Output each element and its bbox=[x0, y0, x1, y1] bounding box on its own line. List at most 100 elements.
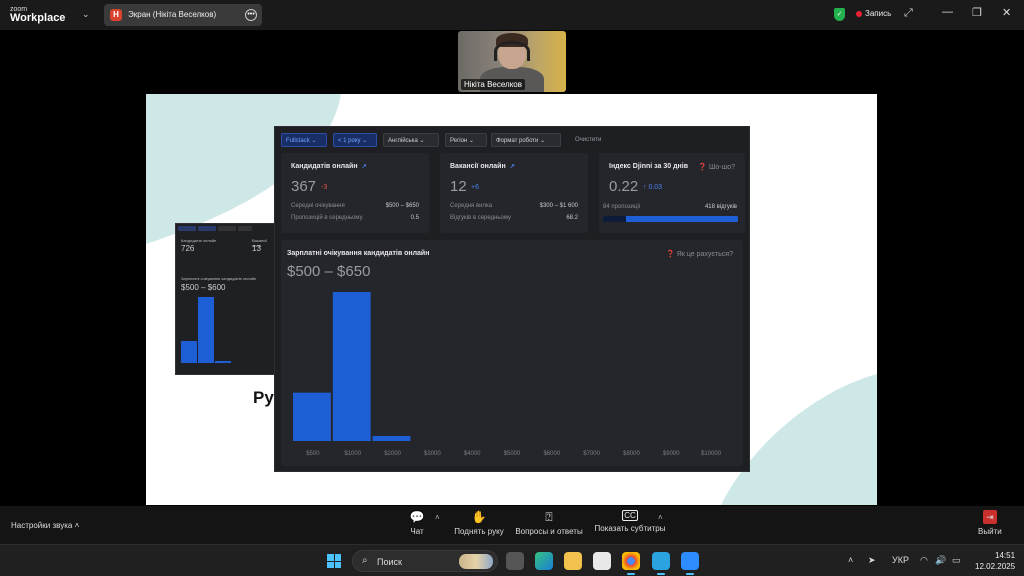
clock-time: 14:51 bbox=[995, 551, 1016, 560]
thumb-chart-title: Зарплатні очікування кандидатів онлайн bbox=[181, 276, 257, 281]
store-icon[interactable] bbox=[593, 552, 611, 570]
card-value: 12 bbox=[450, 178, 467, 195]
chevron-up-icon[interactable]: ˄ bbox=[658, 513, 663, 522]
filter-label: < 1 року bbox=[338, 138, 361, 144]
clear-filters-button[interactable]: Очистити bbox=[571, 133, 605, 147]
windows-taskbar: ⌕ Поиск ˄ ➤ УКР ◠ 🔊 ▭ 14:51 12.02.2025 bbox=[0, 544, 1024, 576]
chevron-up-icon[interactable]: ˄ bbox=[435, 513, 440, 522]
shield-icon[interactable]: ✓ bbox=[834, 8, 845, 21]
system-clock[interactable]: 14:51 12.02.2025 bbox=[975, 550, 1015, 572]
filter-region[interactable]: Регіон ⌄ bbox=[445, 133, 487, 147]
card-delta: -3 bbox=[321, 184, 328, 191]
minimize-icon[interactable]: — bbox=[942, 6, 953, 18]
index-progress-bar bbox=[603, 216, 738, 222]
clock-date: 12.02.2025 bbox=[975, 562, 1016, 571]
participant-name: Нікіта Веселков bbox=[461, 79, 526, 90]
share-label: Экран (Нікіта Веселков) bbox=[128, 10, 217, 19]
file-explorer-icon[interactable] bbox=[564, 552, 582, 570]
progress-fill bbox=[603, 216, 626, 222]
card-row-label: Відгуків в середньому bbox=[450, 215, 512, 221]
x-tick-label: $3000 bbox=[424, 451, 441, 457]
thumb-chip bbox=[178, 226, 196, 231]
help-link[interactable]: ❓ Шо-шо? bbox=[698, 163, 735, 171]
qa-button[interactable]: ⍰ Вопросы и ответы bbox=[514, 510, 584, 536]
x-tick-label: $6000 bbox=[543, 451, 560, 457]
chrome-icon[interactable] bbox=[622, 552, 640, 575]
raise-hand-label: Поднять руку bbox=[454, 527, 504, 536]
salary-chart-card: Зарплатні очікування кандидатів онлайн ❓… bbox=[281, 240, 743, 466]
participant-video[interactable]: Нікіта Веселков bbox=[458, 31, 566, 92]
hand-icon: ✋ bbox=[471, 510, 487, 524]
thumb-range: $500 – $600 bbox=[181, 283, 226, 292]
x-tick-label: $9000 bbox=[663, 451, 680, 457]
search-highlight-image bbox=[459, 554, 493, 569]
external-link-icon[interactable]: ↗ bbox=[510, 164, 515, 170]
thumb-card2-value: 13 bbox=[252, 244, 261, 253]
chat-button[interactable]: 💬 Чат bbox=[404, 510, 430, 536]
tray-overflow-icon[interactable]: ˄ bbox=[848, 555, 853, 565]
question-icon: ❓ bbox=[698, 164, 707, 171]
filter-english[interactable]: Англійська ⌄ bbox=[383, 133, 439, 147]
filter-work-format[interactable]: Формат роботи ⌄ bbox=[491, 133, 561, 147]
x-tick-label: $10000 bbox=[701, 451, 722, 457]
leave-button[interactable]: ⇥ Выйти bbox=[978, 510, 1002, 536]
chevron-up-icon: ˄ bbox=[74, 521, 80, 530]
thumb-bar bbox=[181, 341, 197, 363]
close-icon[interactable]: ✕ bbox=[1002, 6, 1011, 19]
filter-specialization[interactable]: Fullstack ⌄ bbox=[281, 133, 327, 147]
sound-settings[interactable]: Настройки звука ˄ bbox=[11, 521, 79, 530]
edge-icon[interactable] bbox=[535, 552, 553, 570]
card-title: Вакансії онлайн ↗ bbox=[450, 163, 515, 170]
search-placeholder: Поиск bbox=[377, 557, 402, 567]
video-figure-headset bbox=[494, 41, 530, 61]
meeting-controls: Настройки звука ˄ 💬 Чат ˄ ✋ Поднять руку… bbox=[0, 506, 1024, 544]
task-view-icon[interactable] bbox=[506, 552, 524, 570]
card-delta: +6 bbox=[471, 184, 479, 191]
record-label[interactable]: Запись bbox=[865, 9, 891, 18]
slide-heading-fragment: Ру bbox=[253, 388, 274, 407]
salary-histogram: $500 $1000 $2000 $3000 $4000 $5000 $6000 $7000 $… bbox=[293, 292, 722, 457]
taskbar-search[interactable]: ⌕ Поиск bbox=[352, 550, 498, 572]
offers-label: 84 пропозиції bbox=[603, 204, 641, 210]
telegram-icon[interactable] bbox=[652, 552, 670, 575]
screen-share-tab[interactable]: Н Экран (Нікіта Веселков) ••• bbox=[104, 4, 262, 26]
more-icon[interactable]: ••• bbox=[245, 9, 257, 21]
raise-hand-button[interactable]: ✋ Поднять руку bbox=[450, 510, 508, 536]
help-text: Шо-шо? bbox=[708, 164, 735, 171]
captions-button[interactable]: CC Показать субтитры bbox=[592, 510, 668, 533]
thumb-card1-value: 726 bbox=[181, 244, 195, 253]
participant-badge: Н bbox=[110, 9, 122, 21]
qa-label: Вопросы и ответы bbox=[515, 527, 583, 536]
histogram-bar[interactable] bbox=[372, 435, 411, 441]
card-value: 367 bbox=[291, 178, 317, 195]
restore-icon[interactable]: ❐ bbox=[972, 6, 982, 19]
leave-label: Выйти bbox=[978, 527, 1002, 536]
thumb-chip bbox=[218, 226, 236, 231]
cc-icon: CC bbox=[622, 510, 638, 521]
thumb-bar bbox=[198, 297, 214, 363]
battery-icon[interactable]: ▭ bbox=[952, 555, 961, 566]
filter-label: Регіон bbox=[450, 138, 468, 144]
windows-start-icon[interactable] bbox=[327, 554, 341, 568]
histogram-bar[interactable] bbox=[332, 292, 371, 441]
brand-big: Workplace bbox=[10, 12, 66, 24]
zoom-taskbar-icon[interactable] bbox=[681, 552, 699, 575]
language-indicator[interactable]: УКР bbox=[892, 555, 909, 565]
expand-icon[interactable]: ⤢ bbox=[904, 7, 913, 20]
filter-label: Формат роботи bbox=[496, 138, 539, 144]
location-icon[interactable]: ➤ bbox=[868, 555, 876, 566]
histogram-bar[interactable] bbox=[293, 392, 331, 441]
card-value: 0.22 bbox=[609, 178, 639, 195]
chevron-down-icon[interactable]: ⌄ bbox=[82, 9, 90, 20]
filter-label: Англійська bbox=[388, 138, 418, 144]
volume-icon[interactable]: 🔊 bbox=[935, 555, 946, 566]
wifi-icon[interactable]: ◠ bbox=[920, 555, 928, 566]
filter-label: Fullstack bbox=[286, 138, 310, 144]
search-icon: ⌕ bbox=[362, 555, 368, 566]
thumb-bar bbox=[215, 361, 231, 363]
external-link-icon[interactable]: ↗ bbox=[362, 164, 367, 170]
sound-label: Настройки звука bbox=[11, 521, 73, 530]
zoom-logo: zoom Workplace bbox=[10, 5, 66, 24]
filter-experience[interactable]: < 1 року ⌄ bbox=[333, 133, 377, 147]
candidates-online-card: Кандидатів онлайн ↗ 367 -3 Середні очікув… bbox=[281, 153, 429, 233]
